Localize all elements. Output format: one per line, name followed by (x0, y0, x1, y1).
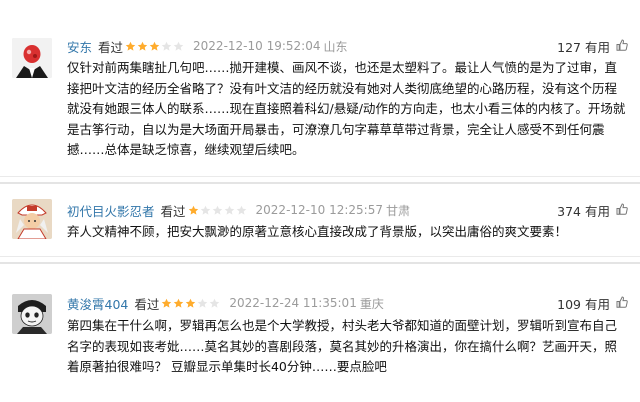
username-link[interactable]: 黄浚霄404 (67, 294, 128, 313)
avatar[interactable] (12, 38, 52, 78)
star-icon (161, 41, 172, 51)
thumbs-up-icon (610, 202, 628, 218)
timestamp: 2022-12-10 19:52:04 (193, 39, 321, 53)
watched-label: 看过 (98, 39, 124, 55)
star-icon (188, 205, 198, 215)
divider (0, 176, 640, 177)
username-link[interactable]: 安东 (67, 37, 92, 56)
vote-count: 127 有用 (557, 39, 610, 55)
star-rating (188, 205, 248, 216)
username-link[interactable]: 初代目火影忍者 (67, 201, 155, 220)
avatar[interactable] (12, 199, 52, 239)
star-icon (200, 205, 210, 215)
star-icon (198, 298, 208, 308)
star-rating (161, 298, 221, 309)
star-icon (186, 298, 196, 308)
location: 重庆 (359, 296, 384, 311)
star-icon (224, 205, 234, 215)
star-icon (174, 298, 184, 308)
location: 山东 (323, 39, 348, 54)
vote-count: 109 有用 (557, 296, 610, 312)
divider (0, 262, 640, 264)
watched-label: 看过 (160, 203, 186, 219)
review-content: 第四集在干什么啊，罗辑再怎么也是个大学教授，村头老大爷都知道的面壁计划，罗辑听到… (67, 318, 618, 374)
location: 甘肃 (385, 203, 410, 218)
vote-count: 374 有用 (557, 203, 610, 219)
star-icon (162, 298, 172, 308)
timestamp: 2022-12-24 11:35:01 (229, 296, 357, 310)
review-content: 仅针对前两集瞎扯几句吧……抛开建模、画风不谈，也还是太塑料了。最让人气愤的是为了… (67, 60, 626, 157)
watched-label: 看过 (134, 296, 160, 312)
star-icon (137, 41, 148, 51)
star-rating (125, 41, 185, 52)
avatar[interactable] (12, 294, 52, 334)
star-icon (125, 41, 136, 51)
timestamp: 2022-12-10 12:25:57 (255, 203, 383, 217)
star-icon (212, 205, 222, 215)
thumbs-up-icon (610, 38, 628, 54)
star-icon (173, 41, 184, 51)
vote-button[interactable]: 127 有用 (557, 36, 628, 56)
star-icon (236, 205, 246, 215)
divider (0, 256, 640, 257)
divider (0, 182, 640, 184)
star-icon (210, 298, 220, 308)
star-icon (149, 41, 160, 51)
thumbs-up-icon (610, 295, 628, 311)
vote-button[interactable]: 109 有用 (557, 293, 628, 313)
review-content: 弃人文精神不顾，把安大飘渺的原著立意核心直接改成了背景版，以突出庸俗的爽文要素！ (67, 224, 568, 239)
vote-button[interactable]: 374 有用 (557, 200, 628, 220)
